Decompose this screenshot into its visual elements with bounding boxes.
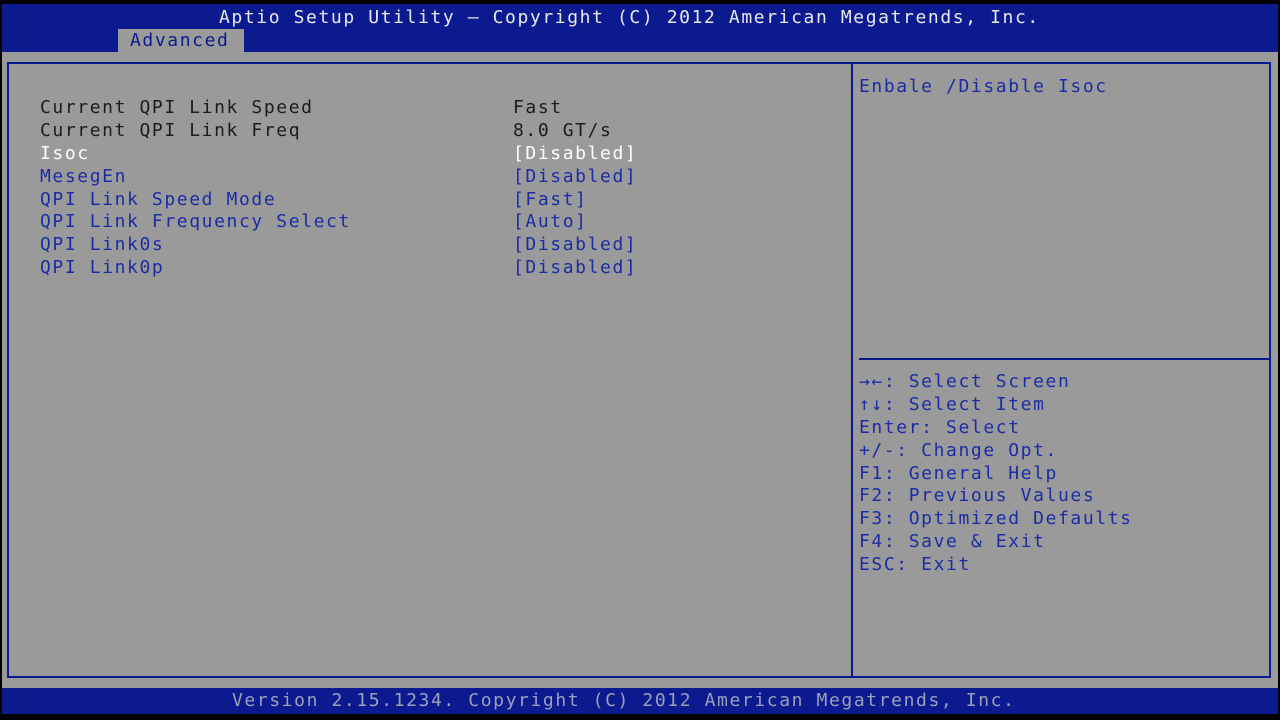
setting-current-qpi-link-speed: Current QPI Link Speed Fast (40, 97, 561, 120)
setting-value[interactable]: [Disabled] (513, 234, 637, 257)
setting-label: QPI Link Frequency Select (40, 211, 351, 233)
setting-label: QPI Link0p (40, 257, 165, 279)
key-general-help: F1: General Help (859, 462, 1058, 484)
setting-value: Fast (513, 97, 563, 118)
setting-label: QPI Link Speed Mode (40, 188, 277, 210)
setting-qpi-link-speed-mode[interactable]: QPI Link Speed Mode [Fast] (40, 189, 586, 212)
key-previous-values: F2: Previous Values (859, 485, 1096, 507)
setting-label: MesegEn (40, 165, 128, 187)
key-select-item: ↑↓: Select Item (859, 393, 1046, 415)
setting-value[interactable]: [Disabled] (513, 143, 637, 166)
key-legend: →←: Select Screen ↑↓: Select Item Enter:… (859, 371, 1133, 577)
main-frame (7, 62, 1271, 678)
help-description: Enbale /Disable Isoc (859, 76, 1108, 97)
setting-mesegen[interactable]: MesegEn [Disabled] (40, 166, 636, 189)
setting-isoc[interactable]: Isoc [Disabled] (40, 142, 636, 166)
tab-advanced[interactable]: Advanced (118, 29, 244, 52)
key-exit: ESC: Exit (859, 554, 971, 576)
setting-label: Isoc (40, 142, 90, 164)
setting-value: 8.0 GT/s (513, 119, 613, 141)
title-bar: Aptio Setup Utility – Copyright (C) 2012… (2, 4, 1278, 52)
bios-title: Aptio Setup Utility – Copyright (C) 2012… (219, 7, 1040, 28)
key-enter-select: Enter: Select (859, 416, 1021, 438)
status-bar: Version 2.15.1234. Copyright (C) 2012 Am… (2, 688, 1278, 714)
setting-label: Current QPI Link Speed (40, 97, 314, 118)
setting-value[interactable]: [Disabled] (513, 166, 637, 189)
setting-qpi-link0s[interactable]: QPI Link0s [Disabled] (40, 234, 636, 257)
bios-screen: Aptio Setup Utility – Copyright (C) 2012… (2, 4, 1278, 714)
setting-value[interactable]: [Disabled] (513, 257, 637, 280)
setting-label: QPI Link0s (40, 234, 165, 256)
setting-value[interactable]: [Auto] (513, 211, 588, 234)
setting-value[interactable]: [Fast] (513, 189, 588, 212)
help-divider (859, 358, 1269, 360)
key-save-exit: F4: Save & Exit (859, 531, 1046, 553)
panel-divider (851, 62, 853, 678)
key-select-screen: →←: Select Screen (859, 371, 1071, 392)
setting-label: Current QPI Link Freq (40, 119, 302, 141)
setting-qpi-link0p[interactable]: QPI Link0p [Disabled] (40, 257, 636, 280)
key-change-option: +/-: Change Opt. (859, 439, 1058, 461)
version-text: Version 2.15.1234. Copyright (C) 2012 Am… (232, 690, 1016, 711)
key-optimized-defaults: F3: Optimized Defaults (859, 508, 1133, 530)
setting-current-qpi-link-freq: Current QPI Link Freq 8.0 GT/s (40, 120, 611, 143)
settings-list: Current QPI Link Speed Fast Current QPI … (40, 97, 636, 280)
setting-qpi-link-frequency-select[interactable]: QPI Link Frequency Select [Auto] (40, 211, 586, 234)
